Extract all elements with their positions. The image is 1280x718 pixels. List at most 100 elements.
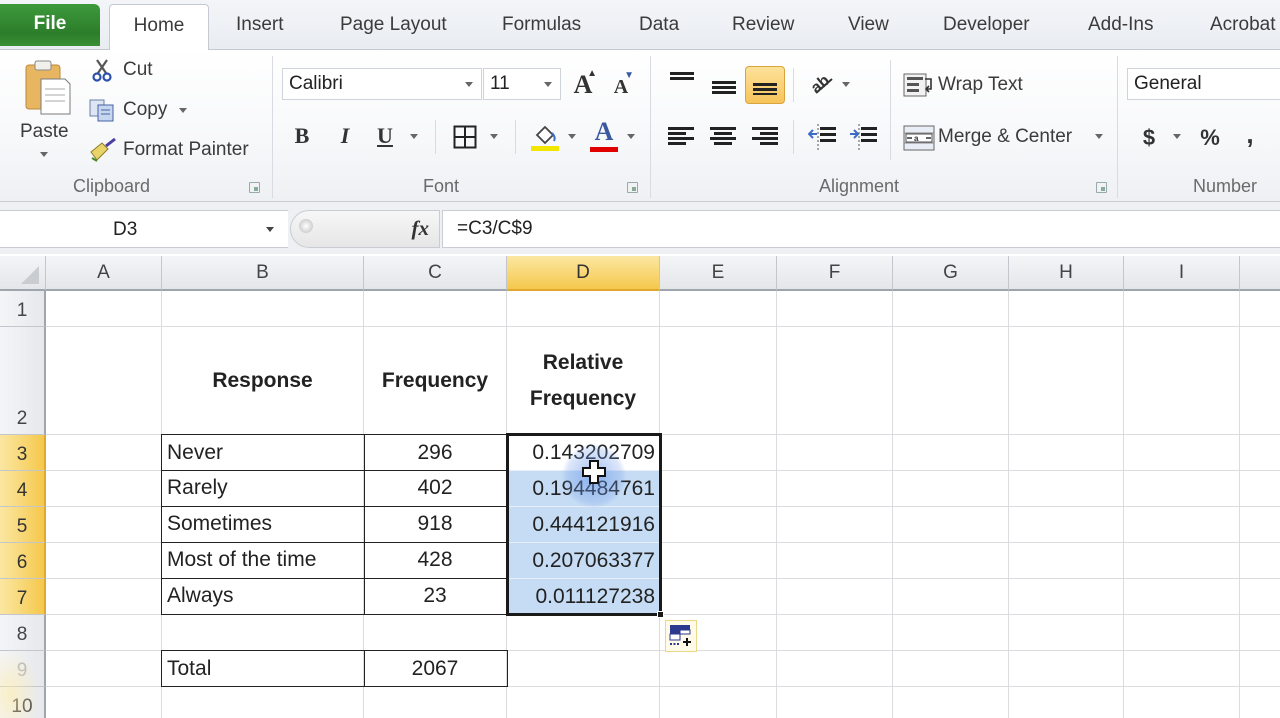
cell-b6[interactable]: Most of the time [161, 542, 365, 579]
grow-font-icon[interactable]: A ▲ [569, 68, 597, 100]
copy-button[interactable]: Copy [123, 99, 167, 121]
fill-color-icon[interactable] [528, 120, 562, 154]
font-color-icon[interactable]: A [588, 117, 620, 154]
format-painter-button[interactable]: Format Painter [123, 139, 249, 161]
row-header-5[interactable]: 5 [0, 507, 46, 543]
borders-icon[interactable] [452, 124, 478, 150]
align-left-icon[interactable] [666, 124, 696, 150]
row-header-1[interactable]: 1 [0, 291, 46, 327]
cell-b4[interactable]: Rarely [161, 470, 365, 507]
orientation-dropdown-icon[interactable] [842, 82, 850, 87]
column-header-f[interactable]: F [777, 256, 893, 291]
column-header-g[interactable]: G [893, 256, 1009, 291]
svg-text:a: a [914, 134, 919, 143]
tab-home[interactable]: Home [109, 4, 209, 51]
align-middle-icon[interactable] [710, 74, 738, 100]
merge-center-dropdown-icon[interactable] [1095, 134, 1103, 139]
cell-c4[interactable]: 402 [363, 470, 508, 507]
alignment-dialog-launcher-icon[interactable] [1096, 182, 1107, 193]
select-all-button[interactable] [0, 256, 46, 291]
font-name-dropdown-icon[interactable] [465, 82, 473, 87]
bold-button[interactable]: B [290, 122, 314, 150]
currency-button[interactable]: $ [1138, 124, 1160, 152]
cut-button[interactable]: Cut [123, 59, 153, 81]
copy-dropdown-icon[interactable] [179, 108, 187, 113]
paste-icon[interactable] [22, 58, 72, 118]
underline-dropdown-icon[interactable] [410, 134, 418, 139]
row-header-6[interactable]: 6 [0, 543, 46, 579]
align-top-icon[interactable] [668, 68, 696, 94]
percent-button[interactable]: % [1196, 124, 1224, 152]
currency-dropdown-icon[interactable] [1173, 134, 1181, 139]
formula-bar: D3 fx =C3/C$9 [0, 202, 1280, 254]
underline-button[interactable]: U [373, 122, 397, 150]
font-color-dropdown-icon[interactable] [627, 134, 635, 139]
wrap-text-button[interactable]: Wrap Text [938, 74, 1023, 96]
tab-review[interactable]: Review [732, 14, 794, 36]
row-header-8[interactable]: 8 [0, 615, 46, 651]
font-name-select[interactable]: Calibri [282, 68, 482, 100]
fill-handle[interactable] [657, 611, 664, 618]
column-header-j[interactable] [1240, 256, 1280, 291]
cell-b2[interactable]: Response [162, 327, 363, 435]
row-header-3[interactable]: 3 [0, 435, 46, 471]
orientation-icon[interactable]: ab [808, 68, 838, 98]
tab-developer[interactable]: Developer [943, 14, 1030, 36]
align-right-icon[interactable] [750, 124, 780, 150]
group-divider [1117, 56, 1118, 198]
insert-function-icon[interactable]: fx [412, 216, 430, 241]
clipboard-dialog-launcher-icon[interactable] [249, 182, 260, 193]
tab-formulas[interactable]: Formulas [502, 14, 581, 36]
paste-button[interactable]: Paste [20, 121, 69, 143]
column-header-h[interactable]: H [1009, 256, 1124, 291]
font-size-dropdown-icon[interactable] [544, 82, 552, 87]
font-dialog-launcher-icon[interactable] [627, 182, 638, 193]
borders-dropdown-icon[interactable] [490, 134, 498, 139]
paste-dropdown-icon[interactable] [40, 152, 48, 157]
tab-view[interactable]: View [848, 14, 889, 36]
tab-acrobat[interactable]: Acrobat [1210, 14, 1275, 36]
align-center-icon[interactable] [708, 124, 738, 150]
cell-b5[interactable]: Sometimes [161, 506, 365, 543]
column-header-e[interactable]: E [660, 256, 777, 291]
shrink-font-icon[interactable]: A ▼ [608, 70, 634, 100]
cell-c9[interactable]: 2067 [363, 650, 508, 687]
name-box-dropdown-icon[interactable] [266, 227, 274, 232]
formula-input[interactable]: =C3/C$9 [442, 210, 1280, 248]
tab-add-ins[interactable]: Add-Ins [1088, 14, 1153, 36]
column-header-c[interactable]: C [364, 256, 507, 291]
column-header-a[interactable]: A [46, 256, 162, 291]
cell-b3[interactable]: Never [161, 434, 365, 471]
number-format-select[interactable]: General [1127, 68, 1280, 100]
column-header-d[interactable]: D [507, 256, 660, 291]
row-header-2[interactable]: 2 [0, 327, 46, 435]
cell-b9[interactable]: Total [161, 650, 365, 687]
cell-c7[interactable]: 23 [363, 578, 508, 615]
formula-bar-resize-handle[interactable] [299, 219, 313, 233]
fill-color-dropdown-icon[interactable] [568, 134, 576, 139]
name-box[interactable]: D3 [0, 210, 288, 248]
italic-button[interactable]: I [333, 122, 357, 150]
column-header-i[interactable]: I [1124, 256, 1240, 291]
tab-insert[interactable]: Insert [236, 14, 284, 36]
relative-frequency-header-line2: Frequency [529, 387, 637, 410]
row-header-7[interactable]: 7 [0, 579, 46, 615]
cell-b7[interactable]: Always [161, 578, 365, 615]
auto-fill-options-button[interactable] [665, 620, 697, 652]
tab-file[interactable]: File [0, 4, 100, 46]
increase-indent-icon[interactable] [848, 122, 880, 152]
font-name-value: Calibri [289, 73, 343, 94]
comma-style-button[interactable]: , [1240, 119, 1260, 149]
column-header-b[interactable]: B [162, 256, 364, 291]
cell-d2[interactable]: Relative Frequency [507, 327, 659, 435]
row-header-4[interactable]: 4 [0, 471, 46, 507]
align-bottom-button[interactable] [745, 66, 785, 104]
cell-c6[interactable]: 428 [363, 542, 508, 579]
tab-page-layout[interactable]: Page Layout [340, 14, 447, 36]
tab-data[interactable]: Data [639, 14, 679, 36]
cell-c2[interactable]: Frequency [364, 327, 506, 435]
cell-c5[interactable]: 918 [363, 506, 508, 543]
decrease-indent-icon[interactable] [807, 122, 839, 152]
cell-c3[interactable]: 296 [363, 434, 508, 471]
merge-center-button[interactable]: Merge & Center [938, 126, 1072, 148]
